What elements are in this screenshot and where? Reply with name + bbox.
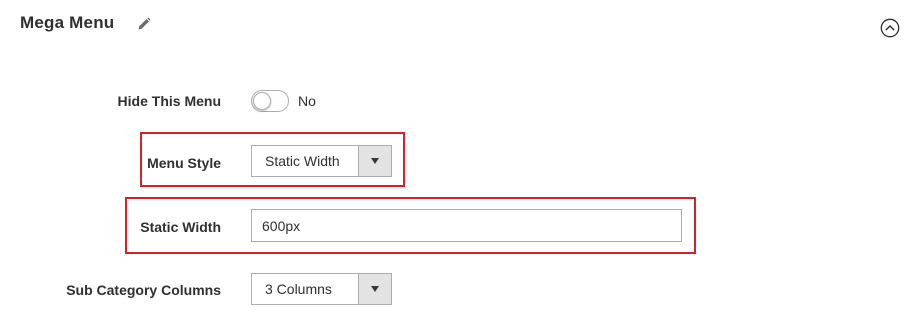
caret-down-icon	[371, 286, 379, 292]
hide-menu-value: No	[298, 93, 316, 109]
menu-style-selected: Static Width	[265, 153, 340, 169]
hide-menu-label: Hide This Menu	[117, 93, 221, 109]
menu-style-dropdown-button[interactable]	[358, 146, 391, 176]
pencil-icon[interactable]	[136, 16, 152, 32]
static-width-input[interactable]	[251, 209, 682, 242]
caret-down-icon	[371, 158, 379, 164]
static-width-label: Static Width	[140, 219, 221, 235]
section-title: Mega Menu	[20, 13, 115, 32]
hide-menu-toggle[interactable]	[251, 90, 289, 112]
sub-category-columns-selected: 3 Columns	[265, 281, 332, 297]
mega-menu-section: Mega Menu Hide This Menu No Menu Style S…	[0, 0, 918, 325]
toggle-knob	[253, 92, 271, 110]
menu-style-select[interactable]: Static Width	[251, 145, 392, 177]
sub-category-columns-label: Sub Category Columns	[66, 282, 221, 298]
chevron-up-circle-icon[interactable]	[880, 18, 900, 38]
sub-category-columns-select[interactable]: 3 Columns	[251, 273, 392, 305]
menu-style-label: Menu Style	[147, 155, 221, 171]
sub-category-columns-dropdown-button[interactable]	[358, 274, 391, 304]
